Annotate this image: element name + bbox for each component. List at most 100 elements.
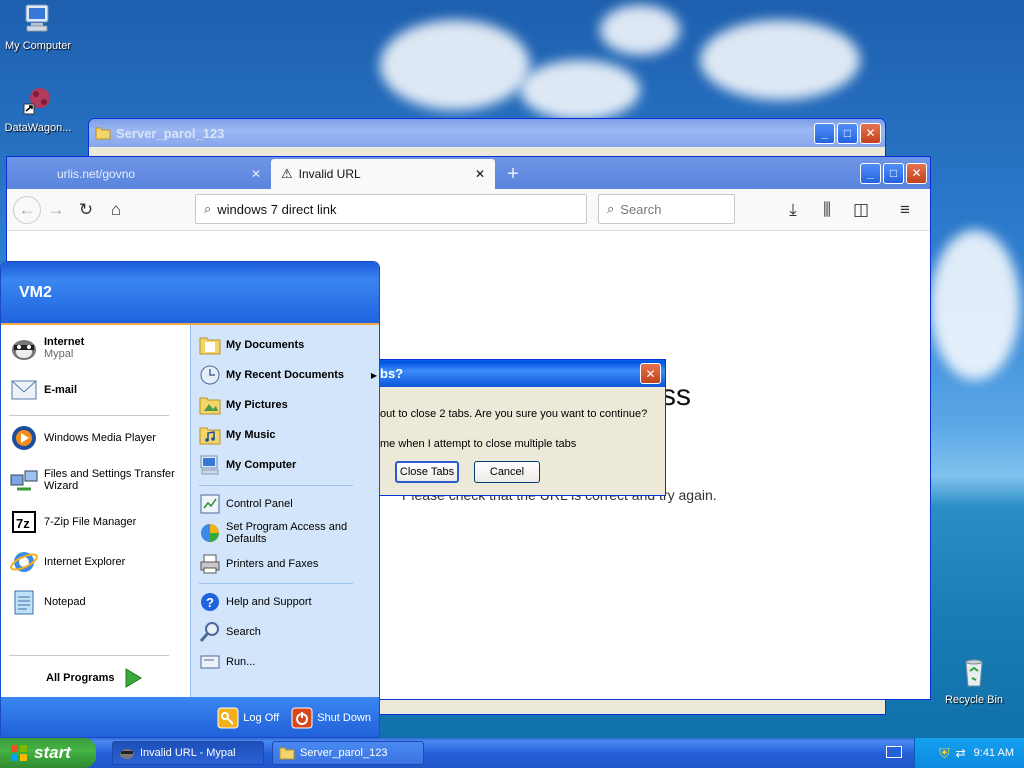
start-item-internet[interactable]: Internet Mypal bbox=[9, 333, 84, 363]
browser-maximize-button[interactable]: □ bbox=[883, 162, 904, 184]
start-item-printers[interactable]: Printers and Faxes bbox=[199, 553, 318, 575]
clock[interactable]: 9:41 AM bbox=[974, 747, 1014, 759]
start-item-control-panel[interactable]: Control Panel bbox=[199, 493, 293, 515]
start-menu[interactable]: VM2 Internet Mypal E-mail Windows Media … bbox=[0, 261, 380, 738]
close-tabs-dialog[interactable]: bs? ✕ out to close 2 tabs. Are you sure … bbox=[379, 359, 666, 496]
security-shield-icon[interactable]: ⛨ bbox=[939, 745, 950, 762]
desktop-icon-datawagon[interactable]: DataWagon... bbox=[0, 84, 76, 134]
tab-urlis[interactable]: urlis.net/govno ✕ bbox=[47, 159, 271, 189]
close-button[interactable]: ✕ bbox=[860, 122, 881, 144]
browser-minimize-button[interactable]: _ bbox=[860, 162, 881, 184]
home-icon[interactable]: ⌂ bbox=[101, 195, 131, 225]
url-bar[interactable]: ⌕ windows 7 direct link bbox=[195, 194, 587, 224]
raccoon-icon bbox=[120, 749, 134, 759]
menu-icon[interactable]: ≡ bbox=[890, 195, 920, 225]
library-icon[interactable]: ⫼ bbox=[812, 195, 842, 225]
my-music-icon bbox=[199, 427, 221, 445]
browser-close-button[interactable]: ✕ bbox=[906, 162, 927, 184]
start-item-help[interactable]: ? Help and Support bbox=[199, 591, 312, 613]
minimize-button[interactable]: _ bbox=[814, 122, 835, 144]
start-item-ie[interactable]: Internet Explorer bbox=[9, 547, 125, 577]
start-item-label: Set Program Access and Defaults bbox=[226, 521, 348, 545]
start-item-7zip[interactable]: 7z 7-Zip File Manager bbox=[9, 507, 136, 537]
desktop-icon-label: DataWagon... bbox=[4, 122, 72, 134]
start-item-program-access[interactable]: Set Program Access and Defaults bbox=[199, 521, 377, 545]
dialog-message: out to close 2 tabs. Are you sure you wa… bbox=[380, 408, 648, 420]
start-item-label: Notepad bbox=[44, 596, 86, 608]
log-off-button[interactable]: Log Off bbox=[217, 707, 279, 729]
media-player-icon bbox=[12, 426, 36, 450]
task-invalid-url[interactable]: Invalid URL - Mypal bbox=[112, 741, 264, 765]
folder-icon bbox=[95, 127, 111, 140]
tab-label: urlis.net/govno bbox=[57, 167, 136, 181]
start-item-label: Control Panel bbox=[226, 498, 293, 510]
submenu-arrow-icon: ▶ bbox=[370, 370, 377, 380]
start-item-label: My Documents bbox=[226, 339, 305, 351]
start-item-label: My Computer bbox=[226, 459, 297, 471]
search-bar[interactable]: ⌕ Search bbox=[598, 194, 735, 224]
dialog-checkbox-label[interactable]: me when I attempt to close multiple tabs bbox=[380, 438, 576, 450]
maximize-button[interactable]: □ bbox=[837, 122, 858, 144]
desktop-icon-label: My Computer bbox=[4, 40, 72, 52]
new-tab-button[interactable]: + bbox=[495, 159, 531, 189]
start-item-label: Run... bbox=[226, 656, 256, 668]
explorer-title-bar[interactable]: Server_parol_123 _ □ ✕ bbox=[89, 119, 885, 147]
download-icon[interactable]: ⤓ bbox=[778, 195, 808, 225]
start-item-label: My Pictures bbox=[226, 399, 288, 411]
dialog-title-bar[interactable]: bs? ✕ bbox=[380, 360, 665, 387]
sidebar-icon[interactable]: ◫ bbox=[846, 195, 876, 225]
task-server-parol[interactable]: Server_parol_123 bbox=[272, 741, 424, 765]
start-menu-left-pane: Internet Mypal E-mail Windows Media Play… bbox=[1, 325, 190, 697]
control-panel-icon bbox=[200, 494, 220, 514]
close-tabs-button[interactable]: Close Tabs bbox=[395, 461, 459, 483]
network-icon[interactable]: ⇄ bbox=[956, 746, 966, 760]
shut-down-label: Shut Down bbox=[317, 712, 371, 724]
warning-icon: ⚠ bbox=[281, 166, 293, 181]
recent-documents-icon bbox=[200, 365, 220, 385]
start-item-my-music[interactable]: My Music bbox=[199, 424, 276, 446]
start-item-my-documents[interactable]: My Documents bbox=[199, 334, 304, 356]
start-button[interactable]: start bbox=[0, 738, 96, 768]
start-item-transfer-wizard[interactable]: Files and Settings Transfer Wizard bbox=[9, 465, 189, 495]
forward-icon[interactable]: → bbox=[41, 195, 71, 225]
raccoon-icon bbox=[12, 340, 36, 360]
tab-invalid-url[interactable]: ⚠ Invalid URL ✕ bbox=[271, 159, 495, 189]
tab-close-icon[interactable]: ✕ bbox=[475, 167, 485, 181]
email-icon bbox=[11, 380, 37, 400]
task-label: Server_parol_123 bbox=[300, 747, 388, 759]
start-item-email[interactable]: E-mail bbox=[9, 375, 77, 405]
separator bbox=[9, 655, 169, 656]
start-menu-footer: Log Off Shut Down bbox=[1, 697, 379, 737]
start-item-my-pictures[interactable]: My Pictures bbox=[199, 394, 288, 416]
start-item-label: Search bbox=[226, 626, 261, 638]
wallpaper-cloud bbox=[600, 5, 680, 55]
dialog-title: bs? bbox=[380, 366, 404, 381]
power-icon bbox=[291, 707, 313, 729]
start-item-search[interactable]: Search bbox=[199, 621, 261, 643]
back-icon[interactable]: ← bbox=[13, 195, 41, 224]
wallpaper-cloud bbox=[930, 230, 1020, 380]
log-off-label: Log Off bbox=[243, 712, 280, 724]
help-icon: ? bbox=[201, 593, 219, 611]
dialog-close-button[interactable]: ✕ bbox=[640, 363, 661, 384]
folder-icon bbox=[279, 747, 295, 760]
desktop-icon-recycle-bin[interactable]: Recycle Bin bbox=[936, 656, 1012, 706]
start-item-notepad[interactable]: Notepad bbox=[9, 587, 86, 617]
start-item-recent-documents[interactable]: My Recent Documents ▶ bbox=[199, 364, 377, 386]
start-item-wmp[interactable]: Windows Media Player bbox=[9, 423, 156, 453]
reload-icon[interactable]: ↻ bbox=[71, 195, 101, 225]
tab-label: Invalid URL bbox=[298, 167, 361, 181]
all-programs-button[interactable]: All Programs bbox=[46, 668, 143, 688]
run-icon bbox=[200, 655, 220, 669]
shut-down-button[interactable]: Shut Down bbox=[291, 707, 371, 729]
start-label: start bbox=[34, 743, 71, 762]
tab-close-icon[interactable]: ✕ bbox=[251, 167, 261, 181]
start-item-run[interactable]: Run... bbox=[199, 651, 255, 673]
user-name: VM2 bbox=[19, 283, 52, 301]
start-item-label: Help and Support bbox=[226, 596, 312, 608]
desktop-icon-my-computer[interactable]: My Computer bbox=[0, 2, 76, 52]
my-documents-icon bbox=[199, 337, 221, 355]
start-item-my-computer[interactable]: My Computer bbox=[199, 454, 296, 476]
keyboard-icon[interactable] bbox=[886, 746, 902, 758]
cancel-button[interactable]: Cancel bbox=[474, 461, 540, 483]
